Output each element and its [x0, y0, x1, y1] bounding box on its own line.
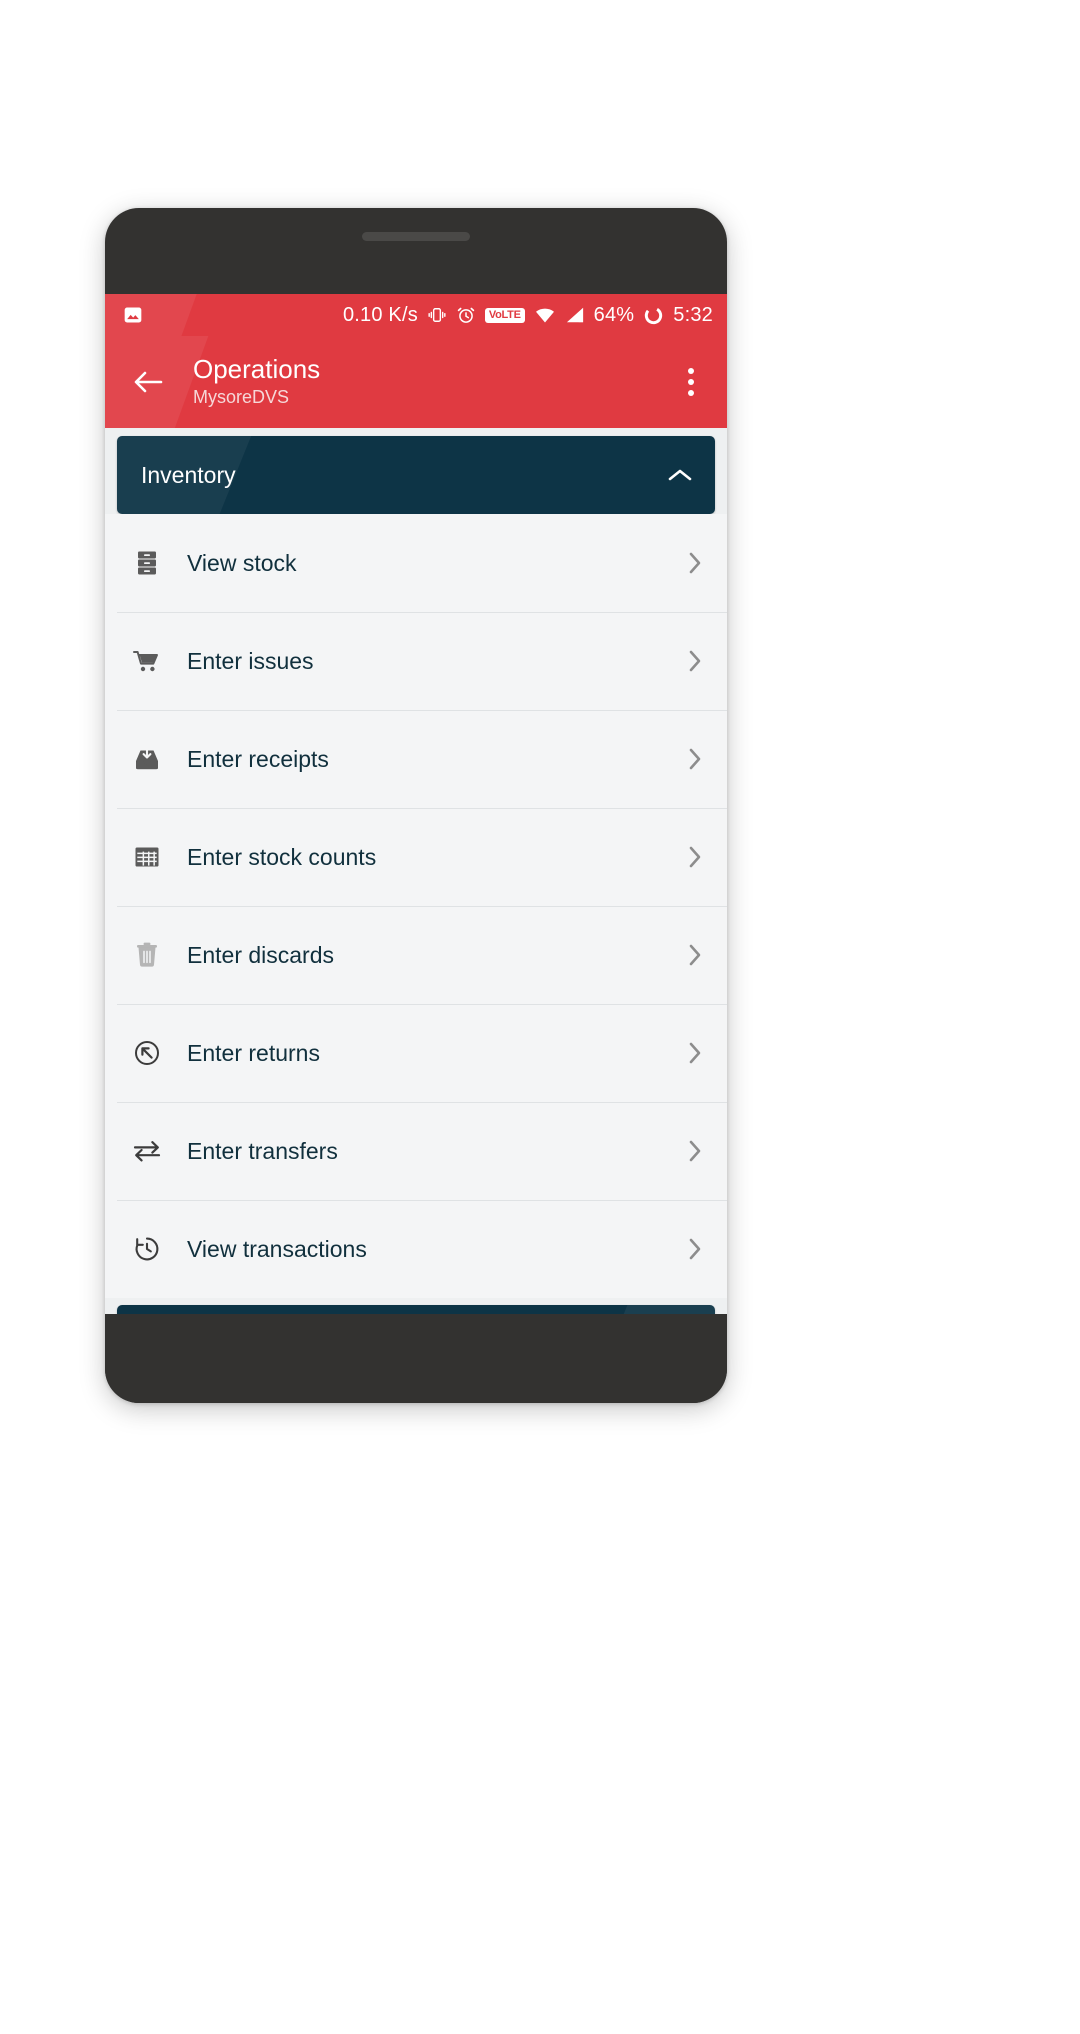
clock-text: 5:32	[673, 303, 713, 326]
section-header-inventory[interactable]: Inventory	[117, 436, 715, 514]
overflow-dot	[688, 390, 694, 396]
list-item-label: Enter issues	[187, 647, 314, 674]
list-item-label: View transactions	[187, 1235, 367, 1262]
accordion-list: Inventory View stock Enter issues Enter …	[105, 428, 727, 1314]
history-clock-icon	[129, 1236, 165, 1262]
list-item-view-stock[interactable]: View stock	[105, 514, 727, 612]
chevron-right-icon	[687, 746, 703, 772]
chevron-right-icon	[687, 648, 703, 674]
list-item-label: Enter returns	[187, 1039, 320, 1066]
chevron-up-icon	[667, 467, 693, 483]
section-title: Inventory	[141, 461, 236, 488]
list-item-label: Enter receipts	[187, 745, 329, 772]
cellular-signal-icon	[565, 306, 585, 324]
chevron-right-icon	[687, 1236, 703, 1262]
app-bar: Operations MysoreDVS	[105, 336, 727, 428]
phone-frame: 0.10 K/s VoLTE 64% 5:32 Operations Mysor…	[105, 208, 727, 1403]
overflow-dot	[688, 368, 694, 374]
list-item-label: Enter discards	[187, 941, 335, 968]
chevron-right-icon	[687, 550, 703, 576]
overflow-dot	[688, 379, 694, 385]
chevron-right-icon	[687, 844, 703, 870]
list-item-view-transactions[interactable]: View transactions	[105, 1200, 727, 1298]
battery-circle-icon	[643, 305, 664, 326]
volte-badge: VoLTE	[484, 307, 525, 323]
more-vertical-icon[interactable]	[671, 357, 711, 407]
list-item-enter-returns[interactable]: Enter returns	[105, 1004, 727, 1102]
title-block: Operations MysoreDVS	[193, 355, 320, 409]
bottom-bezel	[105, 1314, 727, 1403]
inventory-item-list: View stock Enter issues Enter receipts E…	[105, 514, 727, 1298]
network-speed-text: 0.10 K/s	[342, 303, 418, 326]
page-title: Operations	[193, 354, 321, 385]
page-subtitle: MysoreDVS	[193, 387, 290, 408]
speaker-grille	[362, 232, 470, 241]
list-item-label: View stock	[187, 549, 297, 576]
vibrate-icon	[427, 305, 447, 325]
chevron-right-icon	[687, 1040, 703, 1066]
list-item-enter-transfers[interactable]: Enter transfers	[105, 1102, 727, 1200]
table-grid-icon	[129, 845, 165, 869]
section-header-orders[interactable]: Orders	[117, 1305, 715, 1314]
list-item-enter-discards[interactable]: Enter discards	[105, 906, 727, 1004]
drawer-cabinet-icon	[129, 550, 165, 576]
inbox-download-icon	[129, 747, 165, 771]
trash-icon	[129, 942, 165, 968]
alarm-icon	[456, 305, 476, 325]
shopping-cart-icon	[129, 649, 165, 673]
chevron-right-icon	[687, 942, 703, 968]
wifi-icon	[534, 306, 556, 324]
list-item-enter-issues[interactable]: Enter issues	[105, 612, 727, 710]
phone-screen: 0.10 K/s VoLTE 64% 5:32 Operations Mysor…	[105, 294, 727, 1314]
list-item-enter-stock-counts[interactable]: Enter stock counts	[105, 808, 727, 906]
battery-percent-text: 64%	[593, 303, 635, 326]
list-item-label: Enter stock counts	[187, 843, 377, 870]
photo-icon	[123, 305, 143, 325]
chevron-right-icon	[687, 1138, 703, 1164]
swap-arrows-icon	[129, 1140, 165, 1162]
list-item-enter-receipts[interactable]: Enter receipts	[105, 710, 727, 808]
back-arrow-icon[interactable]	[125, 359, 171, 405]
status-bar: 0.10 K/s VoLTE 64% 5:32	[105, 294, 727, 336]
return-arrow-circle-icon	[129, 1040, 165, 1066]
list-item-label: Enter transfers	[187, 1137, 338, 1164]
